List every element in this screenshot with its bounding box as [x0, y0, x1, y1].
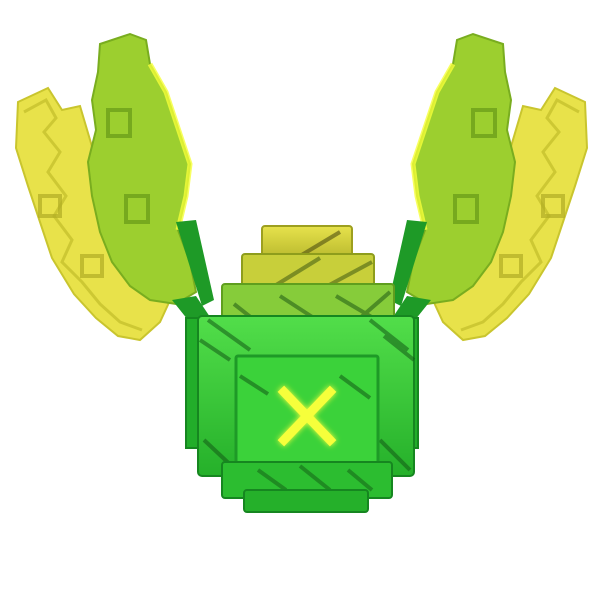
head-cap [221, 225, 395, 328]
left-wing [14, 32, 214, 342]
right-wing [389, 32, 589, 342]
body-base-tier-2 [243, 489, 369, 513]
game-scene [0, 0, 603, 603]
voxel-pet-illustration [14, 32, 589, 513]
